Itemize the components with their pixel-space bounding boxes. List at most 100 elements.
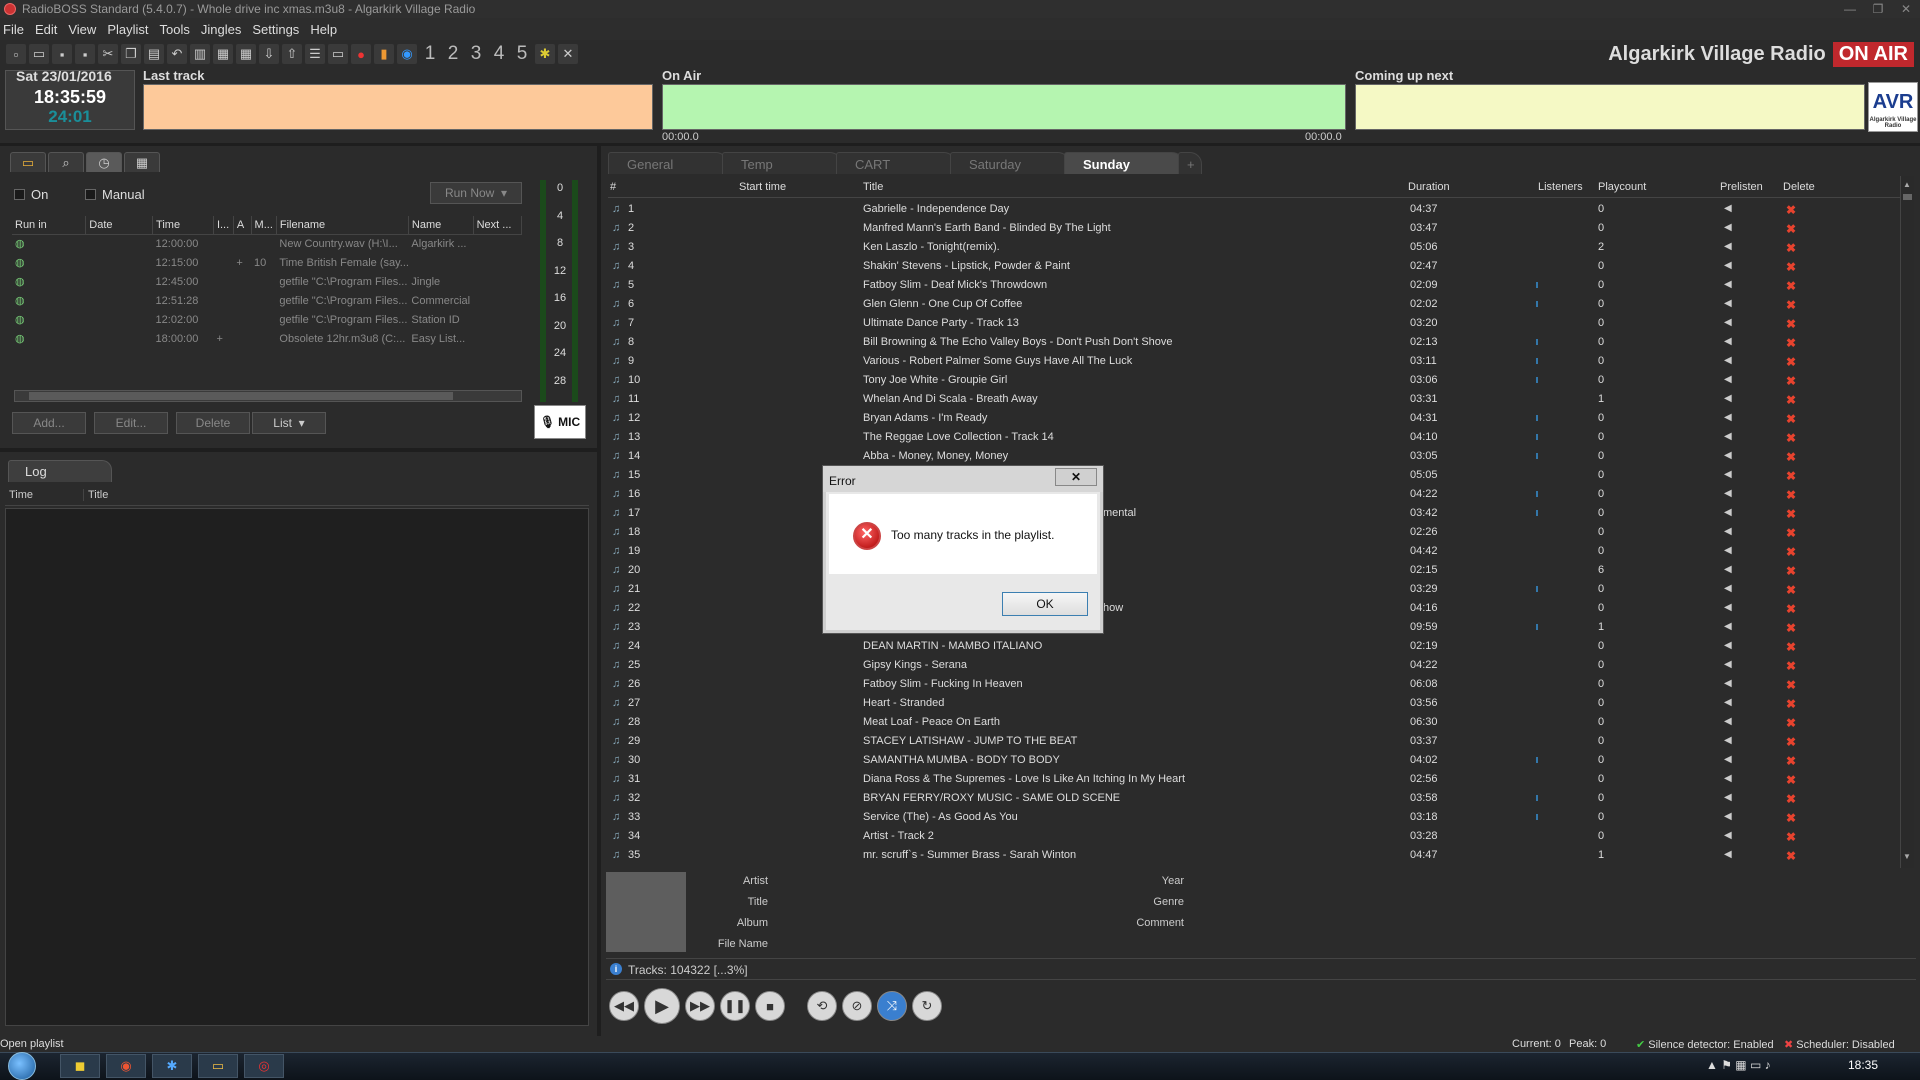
taskbar-network-icon[interactable]: ✱ — [152, 1054, 192, 1078]
taskbar-clock[interactable]: 18:35 — [1848, 1058, 1878, 1072]
playlist-row[interactable]: ♫ 18 02:26 0 ◀ ✖ — [608, 523, 1898, 542]
tab-temp[interactable]: Temp — [722, 152, 842, 174]
prelisten-icon[interactable]: ◀ — [1724, 564, 1732, 575]
delete-icon[interactable]: ✖ — [1786, 469, 1796, 483]
playlist-2-button[interactable]: 2 — [443, 43, 463, 64]
prelisten-icon[interactable]: ◀ — [1724, 450, 1732, 461]
col-i[interactable]: I... — [213, 216, 234, 235]
delete-icon[interactable]: ✖ — [1786, 203, 1796, 217]
menu-help[interactable]: Help — [310, 22, 337, 37]
delete-icon[interactable]: ✖ — [1786, 279, 1796, 293]
playlist-row[interactable]: ♫ 3 Ken Laszlo - Tonight(remix). 05:06 2 ◀ ✖ — [608, 238, 1898, 257]
folder-tab-icon[interactable]: ▭ — [10, 152, 46, 172]
prelisten-icon[interactable]: ◀ — [1724, 811, 1732, 822]
layout-1-icon[interactable]: ▥ — [190, 44, 210, 64]
save-icon[interactable]: ▪ — [52, 44, 72, 64]
scheduler-tab-icon[interactable]: ◷ — [86, 152, 122, 172]
playlist-row[interactable]: ♫ 11 Whelan And Di Scala - Breath Away 03:3… — [608, 390, 1898, 409]
repeat-button[interactable]: ↻ — [912, 991, 942, 1021]
menu-view[interactable]: View — [68, 22, 96, 37]
scheduler-row[interactable]: ◍ 12:00:00 New Country.wav (H:\I... Algarki… — [12, 234, 522, 253]
scheduler-hscrollbar[interactable] — [14, 390, 522, 402]
delete-icon[interactable]: ✖ — [1786, 260, 1796, 274]
delete-icon[interactable]: ✖ — [1786, 564, 1796, 578]
playlist-row[interactable]: ♫ 20 02:15 6 ◀ ✖ — [608, 561, 1898, 580]
scroll-down-icon[interactable]: ▼ — [1903, 852, 1912, 864]
add-event-button[interactable]: Add... — [12, 412, 86, 434]
col-prelisten[interactable]: Prelisten — [1720, 181, 1763, 193]
playlist-row[interactable]: ♫ 32 BRYAN FERRY/ROXY MUSIC - SAME OLD SCE… — [608, 789, 1898, 808]
mic-button[interactable]: 🎙 MIC — [534, 405, 586, 439]
prelisten-icon[interactable]: ◀ — [1724, 507, 1732, 518]
playlist-5-button[interactable]: 5 — [512, 43, 532, 64]
col-start-time[interactable]: Start time — [739, 181, 786, 193]
tray-icons[interactable]: ▲ ⚑ ▦ ▭ ♪ — [1706, 1058, 1771, 1072]
col-playcount[interactable]: Playcount — [1598, 181, 1646, 193]
run-now-button[interactable]: Run Now ▾ — [430, 182, 522, 204]
stop-after-button[interactable]: ⊘ — [842, 991, 872, 1021]
globe-icon[interactable]: ◉ — [397, 44, 417, 64]
delete-icon[interactable]: ✖ — [1786, 640, 1796, 654]
playlist-row[interactable]: ♫ 23 09:59 1 ◀ ✖ — [608, 618, 1898, 637]
delete-icon[interactable]: ✖ — [1786, 773, 1796, 787]
playlist-row[interactable]: ♫ 17 03:42 0 ◀ ✖ mental — [608, 504, 1898, 523]
delete-icon[interactable]: ✖ — [1786, 317, 1796, 331]
taskbar-explorer-icon[interactable]: ◼ — [60, 1054, 100, 1078]
prelisten-icon[interactable]: ◀ — [1724, 849, 1732, 860]
scheduler-row[interactable]: ◍ 12:45:00 getfile "C:\Program Files... Jin… — [12, 272, 522, 291]
delete-icon[interactable]: ✖ — [1786, 678, 1796, 692]
col-a[interactable]: A — [233, 216, 252, 235]
loop-button[interactable]: ⟲ — [807, 991, 837, 1021]
last-track-bar[interactable] — [143, 84, 653, 130]
play-button[interactable]: ▶ — [644, 988, 680, 1024]
playlist-row[interactable]: ♫ 4 Shakin' Stevens - Lipstick, Powder & P… — [608, 257, 1898, 276]
col-next[interactable]: Next ... — [473, 216, 523, 235]
pause-button[interactable]: ❚❚ — [720, 991, 750, 1021]
add-tab-icon[interactable]: + — [1178, 152, 1202, 174]
save-as-icon[interactable]: ▪ — [75, 44, 95, 64]
delete-icon[interactable]: ✖ — [1786, 811, 1796, 825]
prelisten-icon[interactable]: ◀ — [1724, 355, 1732, 366]
delete-icon[interactable]: ✖ — [1786, 526, 1796, 540]
delete-icon[interactable]: ✖ — [1786, 602, 1796, 616]
delete-icon[interactable]: ✖ — [1786, 374, 1796, 388]
menu-file[interactable]: File — [3, 22, 24, 37]
layout-2-icon[interactable]: ▦ — [213, 44, 233, 64]
playlist-row[interactable]: ♫ 21 03:29 0 ◀ ✖ — [608, 580, 1898, 599]
scheduler-row[interactable]: ◍ 12:51:28 getfile "C:\Program Files... Com… — [12, 291, 522, 310]
delete-icon[interactable]: ✖ — [1786, 450, 1796, 464]
prelisten-icon[interactable]: ◀ — [1724, 754, 1732, 765]
delete-icon[interactable]: ✖ — [1786, 697, 1796, 711]
stop-button[interactable]: ■ — [755, 991, 785, 1021]
playlist-row[interactable]: ♫ 15 05:05 0 ◀ ✖ — [608, 466, 1898, 485]
prelisten-icon[interactable]: ◀ — [1724, 659, 1732, 670]
playlist-1-button[interactable]: 1 — [420, 43, 440, 64]
prelisten-icon[interactable]: ◀ — [1724, 393, 1732, 404]
layout-3-icon[interactable]: ▦ — [236, 44, 256, 64]
undo-icon[interactable]: ↶ — [167, 44, 187, 64]
tools-icon[interactable]: ✕ — [558, 44, 578, 64]
delete-icon[interactable]: ✖ — [1786, 849, 1796, 863]
playlist-row[interactable]: ♫ 26 Fatboy Slim - Fucking In Heaven 06:08 0… — [608, 675, 1898, 694]
col-listeners[interactable]: Listeners — [1538, 181, 1583, 193]
prelisten-icon[interactable]: ◀ — [1724, 640, 1732, 651]
close-button[interactable]: ✕ — [1892, 0, 1920, 18]
delete-icon[interactable]: ✖ — [1786, 792, 1796, 806]
export-icon[interactable]: ⇧ — [282, 44, 302, 64]
scheduler-scroll-thumb[interactable] — [29, 392, 453, 400]
record-icon[interactable]: ● — [351, 44, 371, 64]
delete-icon[interactable]: ✖ — [1786, 830, 1796, 844]
playlist-row[interactable]: ♫ 28 Meat Loaf - Peace On Earth 06:30 0 ◀ ✖ — [608, 713, 1898, 732]
playlist-row[interactable]: ♫ 14 Abba - Money, Money, Money 03:05 0 ◀ ✖ — [608, 447, 1898, 466]
on-air-bar[interactable] — [662, 84, 1346, 130]
maximize-button[interactable]: ❐ — [1864, 0, 1892, 18]
playlist-row[interactable]: ♫ 8 Bill Browning & The Echo Valley Boys -… — [608, 333, 1898, 352]
playlist-row[interactable]: ♫ 30 SAMANTHA MUMBA - BODY TO BODY 04:02 0 ◀ ✖ — [608, 751, 1898, 770]
open-folder-icon[interactable]: ▭ — [29, 44, 49, 64]
scheduler-status[interactable]: ✖ Scheduler: Disabled — [1784, 1038, 1895, 1051]
delete-icon[interactable]: ✖ — [1786, 735, 1796, 749]
search-tab-icon[interactable]: ⌕ — [48, 152, 84, 172]
prelisten-icon[interactable]: ◀ — [1724, 336, 1732, 347]
menu-jingles[interactable]: Jingles — [201, 22, 241, 37]
col-duration[interactable]: Duration — [1408, 181, 1450, 193]
